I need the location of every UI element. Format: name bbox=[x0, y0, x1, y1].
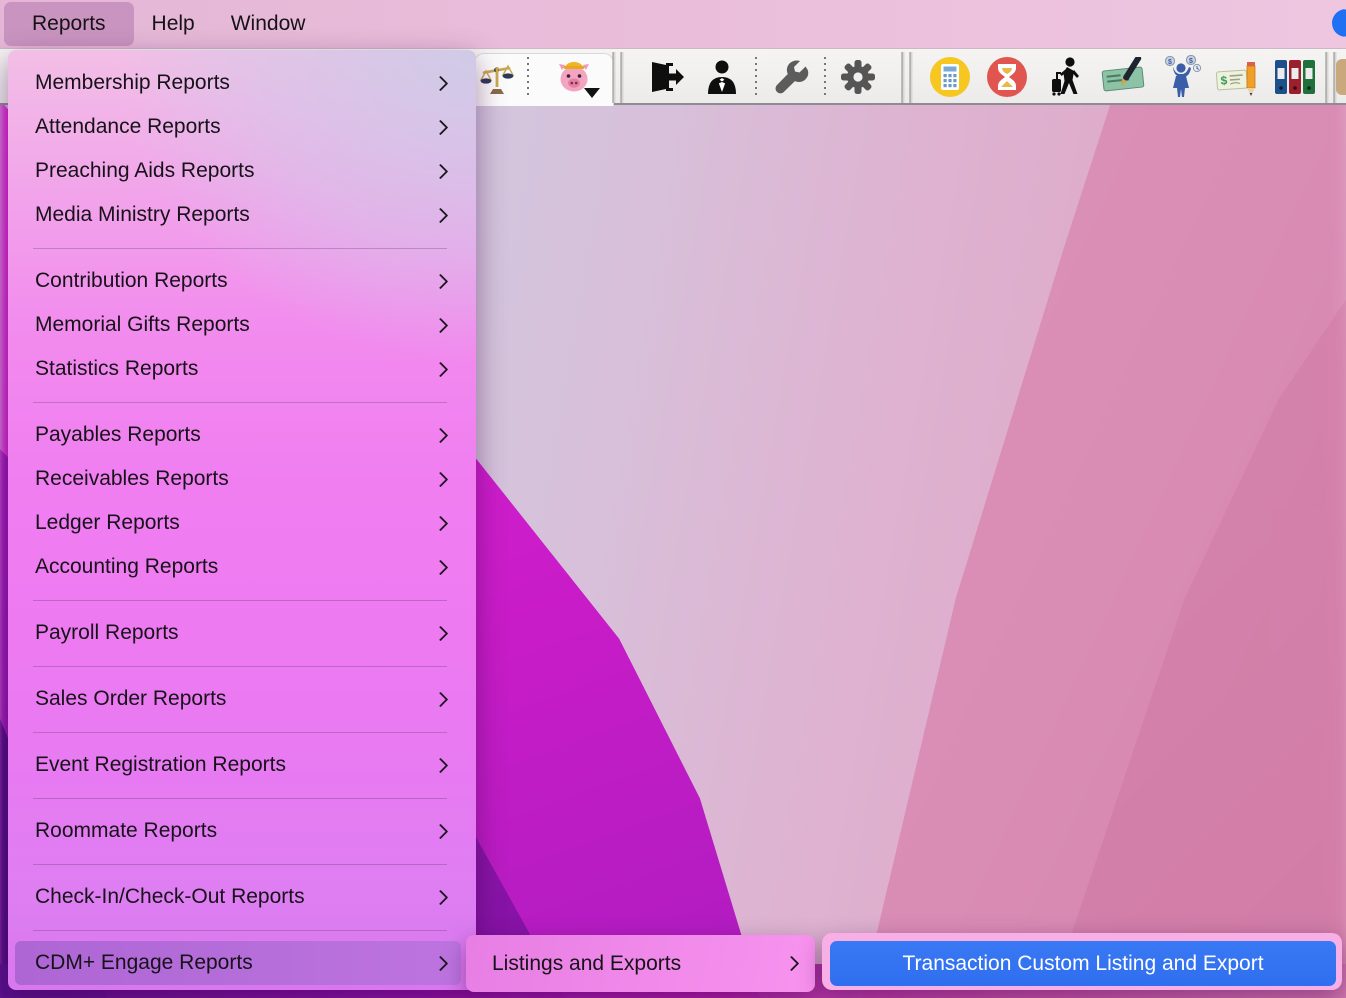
calculator-icon[interactable] bbox=[928, 55, 972, 99]
chevron-right-icon bbox=[433, 317, 449, 333]
toolbar-group-separator bbox=[1326, 52, 1337, 103]
chevron-right-icon bbox=[433, 119, 449, 135]
chevron-right-icon bbox=[433, 273, 449, 289]
chevron-right-icon bbox=[433, 625, 449, 641]
menu-item-roommate-reports[interactable]: Roommate Reports bbox=[8, 809, 476, 853]
menubar-item-help[interactable]: Help bbox=[134, 2, 213, 46]
check-writing-icon[interactable] bbox=[1099, 57, 1147, 97]
chevron-right-icon bbox=[433, 757, 449, 773]
menu-item-cdm-engage-reports[interactable]: CDM+ Engage Reports bbox=[8, 941, 476, 985]
chevron-right-icon bbox=[433, 559, 449, 575]
exit-door-icon[interactable] bbox=[647, 59, 685, 95]
menu-item-accounting-reports[interactable]: Accounting Reports bbox=[8, 545, 476, 589]
menubar-item-window[interactable]: Window bbox=[213, 2, 324, 46]
binders-icon[interactable] bbox=[1273, 57, 1319, 97]
submenu-panel-transaction: Transaction Custom Listing and Export bbox=[822, 933, 1342, 990]
balance-scale-icon[interactable] bbox=[478, 57, 516, 97]
menu-separator bbox=[33, 600, 447, 601]
menu-item-ledger-reports[interactable]: Ledger Reports bbox=[8, 501, 476, 545]
chevron-right-icon bbox=[433, 955, 449, 971]
menu-separator bbox=[33, 666, 447, 667]
submenu-listings-and-exports[interactable]: Listings and Exports bbox=[466, 935, 815, 992]
chevron-right-icon bbox=[433, 163, 449, 179]
wrench-icon[interactable] bbox=[772, 58, 810, 96]
chevron-right-icon bbox=[433, 207, 449, 223]
money-manager-icon[interactable]: $ $ bbox=[1160, 55, 1202, 99]
menu-item-check-in-check-out-reports[interactable]: Check-In/Check-Out Reports bbox=[8, 875, 476, 919]
chevron-right-icon bbox=[433, 889, 449, 905]
clipped-edge-icon[interactable] bbox=[1336, 59, 1346, 95]
menu-item-statistics-reports[interactable]: Statistics Reports bbox=[8, 347, 476, 391]
svg-text:$: $ bbox=[1189, 58, 1193, 65]
toolbar-dotted-separator bbox=[755, 57, 757, 99]
menu-item-preaching-aids-reports[interactable]: Preaching Aids Reports bbox=[8, 149, 476, 193]
person-icon[interactable] bbox=[705, 59, 739, 95]
menu-item-receivables-reports[interactable]: Receivables Reports bbox=[8, 457, 476, 501]
menu-separator bbox=[33, 732, 447, 733]
menu-separator bbox=[33, 930, 447, 931]
chevron-right-icon bbox=[433, 361, 449, 377]
menu-item-membership-reports[interactable]: Membership Reports bbox=[8, 61, 476, 105]
menu-item-media-ministry-reports[interactable]: Media Ministry Reports bbox=[8, 193, 476, 237]
transaction-item-label: Transaction Custom Listing and Export bbox=[902, 952, 1263, 976]
menubar-item-reports[interactable]: Reports bbox=[4, 2, 134, 46]
chevron-right-icon bbox=[433, 427, 449, 443]
hourglass-icon[interactable] bbox=[985, 55, 1029, 99]
chevron-right-icon bbox=[784, 956, 800, 972]
piggy-dropdown-arrow[interactable] bbox=[583, 87, 601, 99]
menu-item-payables-reports[interactable]: Payables Reports bbox=[8, 413, 476, 457]
menu-separator bbox=[33, 798, 447, 799]
svg-text:$: $ bbox=[1220, 73, 1228, 87]
menu-item-transaction-custom-listing-and-export[interactable]: Transaction Custom Listing and Export bbox=[830, 941, 1336, 986]
menu-item-event-registration-reports[interactable]: Event Registration Reports bbox=[8, 743, 476, 787]
chevron-right-icon bbox=[433, 471, 449, 487]
chevron-right-icon bbox=[433, 691, 449, 707]
chevron-right-icon bbox=[433, 823, 449, 839]
submenu-listings-label: Listings and Exports bbox=[492, 952, 786, 976]
menu-item-contribution-reports[interactable]: Contribution Reports bbox=[8, 259, 476, 303]
menu-item-sales-order-reports[interactable]: Sales Order Reports bbox=[8, 677, 476, 721]
chevron-right-icon bbox=[433, 75, 449, 91]
toolbar-dotted-separator bbox=[824, 57, 826, 99]
menu-item-memorial-gifts-reports[interactable]: Memorial Gifts Reports bbox=[8, 303, 476, 347]
toolbar-group-separator bbox=[902, 52, 913, 103]
toolbar-dotted-separator bbox=[527, 57, 529, 99]
payroll-check-pencil-icon[interactable]: $ bbox=[1216, 55, 1260, 99]
toolbar-group-separator bbox=[613, 52, 624, 103]
chevron-right-icon bbox=[433, 515, 449, 531]
svg-text:$: $ bbox=[1168, 59, 1172, 66]
menu-separator bbox=[33, 402, 447, 403]
menu-separator bbox=[33, 248, 447, 249]
screen: $ $ $ bbox=[0, 0, 1346, 998]
menu-separator bbox=[33, 864, 447, 865]
menu-item-attendance-reports[interactable]: Attendance Reports bbox=[8, 105, 476, 149]
reports-menu: Membership Reports Attendance Reports Pr… bbox=[8, 50, 476, 990]
menubar: Reports Help Window bbox=[0, 0, 1346, 48]
traveler-icon[interactable] bbox=[1045, 56, 1087, 98]
gear-icon[interactable] bbox=[839, 58, 877, 96]
menu-item-payroll-reports[interactable]: Payroll Reports bbox=[8, 611, 476, 655]
status-icon[interactable] bbox=[1332, 9, 1346, 37]
